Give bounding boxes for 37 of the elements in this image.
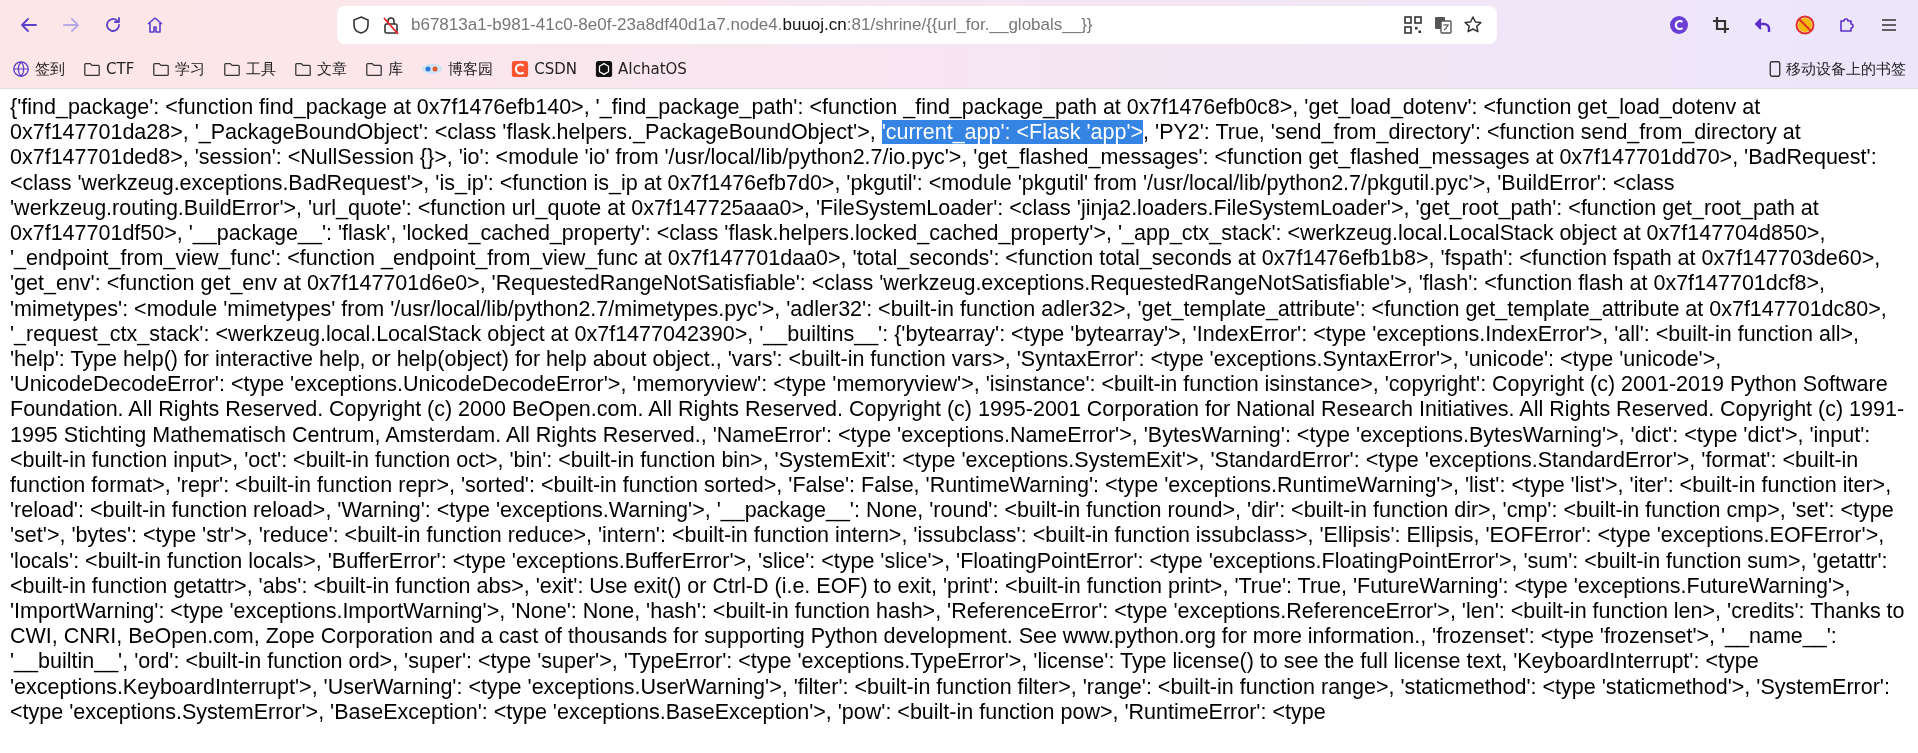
phone-icon <box>1769 60 1781 78</box>
blog-logo-icon <box>421 62 444 76</box>
csdn-logo-icon <box>511 60 530 78</box>
page-text: {'find_package': <function find_package at 0x7f1476efb140>, '_find_package_path': <function _find_package_path at 0x7f1476efb0c8>, 'get_load_dotenv': <function get_load_dotenv at 0x7f147701da28>, '_PackageBoundObject': <class 'flask.helpers._PackageBoundObject'>, 'current_app': <Flask 'app'>, 'PY2': True, 'send_from_directory': <function send_from_directory at 0x7f147701ded8>, 'session': <NullSession {}>, 'io': <module 'io' from '/usr/local/lib/python2.7/io.pyc'>, 'get_flashed_messages': <function get_flashed_messages at 0x7f147701dd70>, 'BadRequest': <class 'werkzeug.exceptions.BadRequest'>, 'is_ip': <function is_ip at 0x7f1476efb7d0>, 'pkgutil': <module 'pkgutil' from '/usr/local/lib/python2.7/pkgutil.pyc'>, 'BuildError': <class 'werkzeug.routing.BuildError'>, 'url_quote': <function url_quote at 0x7f147725aaa0>, 'FileSystemLoader': <class 'jinja2.loaders.FileSystemLoader'>, 'get_root_path': <function get_root_path at 0x7f147701df50>, '__package__': 'flask', 'locked_cached_property': <class 'flask.helpers.locked_cached_property'>, '_app_ctx_stack': <werkzeug.local.LocalStack object at 0x7f147704d850>, '_endpoint_from_view_func': <function _endpoint_from_view_func at 0x7f147701daa0>, 'total_seconds': <function total_seconds at 0x7f1476efb1b8>, 'fspath': <function fspath at 0x7f147703de60>, 'get_env': <function get_env at 0x7f147701d6e0>, 'RequestedRangeNotSatisfiable': <class 'werkzeug.exceptions.RequestedRangeNotSatisfiable'>, 'flash': <function flash at 0x7f147701dcf8>, 'mimetypes': <module 'mimetypes' from '/usr/local/lib/python2.7/mimetypes.pyc'>, 'adler32': <built-in function adler32>, 'get_template_attribute': <function get_template_attribute at 0x7f147701dc80>, '_request_ctx_stack': <werkzeug.local.LocalStack object at 0x7f1477042390>, '__builtins__': {'bytearray': <type 'bytearray'>, 'IndexError': <type 'exceptions.IndexError'>, 'all': <built-in function all>, 'help': Type help() for interactive help, or help(object) for help about object., 'vars': <built-in function vars>, 'SyntaxError': <type 'exceptions.SyntaxError'>, 'unicode': <type 'unicode'>, 'UnicodeDecodeError': <type 'exceptions.UnicodeDecodeError'>, 'memoryview': <type 'memoryview'>, 'isinstance': <built-in function isinstance>, 'copyright': Copyright (c) 2001-2019 Python Software Foundation. All Rights Reserved. Copyright (c) 2000 BeOpen.com. All Rights Reserved. Copyright (c) 1995-2001 Corporation for National Research Initiatives. All Rights Reserved. Copyright (c) 1991-1995 Stichting Mathematisch Centrum, Amsterdam. All Rights Reserved., 'NameError': <type 'exceptions.NameError'>, 'BytesWarning': <type 'exceptions.BytesWarning'>, 'dict': <type 'dict'>, 'input': <built-in function input>, 'oct': <built-in function oct>, 'bin': <built-in function bin>, 'SystemExit': <type 'exceptions.SystemExit'>, 'StandardError': <type 'exceptions.StandardError'>, 'format': <built-in function format>, 'repr': <built-in function repr>, 'sorted': <built-in function sorted>, 'False': False, 'RuntimeWarning': <type 'exceptions.RuntimeWarning'>, 'list': <type 'list'>, 'iter': <built-in function iter>, 'reload': <built-in function reload>, 'Warning': <type 'exceptions.Warning'>, '__package__': None, 'round': <built-in function round>, 'dir': <built-in function dir>, 'cmp': <built-in function cmp>, 'set': <type 'set'>, 'bytes': <type 'str'>, 'reduce': <built-in function reduce>, 'intern': <built-in function intern>, 'issubclass': <built-in function issubclass>, 'Ellipsis': Ellipsis, 'EOFError': <type 'exceptions.EOFError'>, 'locals': <built-in function locals>, 'BufferError': <type 'exceptions.BufferError'>, 'slice': <type 'slice'>, 'FloatingPointError': <type 'exceptions.FloatingPointError'>, 'sum': <built-in function sum>, 'getattr': <built-in function getattr>, 'abs': <built-in function abs>, 'exit': Use exit() or Ctrl-D (i.e. EOF) to exit, 'print': <built-in function print>, 'True': True, 'FutureWarning': <type 'exceptions.FutureWarning'>, 'ImportWarning': <type 'exceptions.ImportWarning'>, 'None': None, 'hash': <built-in function hash>, 'ReferenceError': <type 'exceptions.ReferenceError'>, 'len': <built-in function len>, 'credits': Thanks to CWI, CNRI, BeOpen.com, Zope Corporation and a cast of thousands for supporting Python development. See www.python.org for more information., 'frozenset': <type 'frozenset'>, '__name__': '__builtin__', 'ord': <built-in function ord>, 'super': <type 'super'>, 'TypeError': <type 'exceptions.TypeError'>, 'license': Type license() to see the full license text, 'KeyboardInterrupt': <type 'exceptions.KeyboardInterrupt'>, 'UserWarning': <type 'exceptions.UserWarning'>, 'filter': <built-in function filter>, 'range': <built-in function range>, 'staticmethod': <type 'staticmethod'>, 'SystemError': <type 'exceptions.SystemError'>, 'BaseException': <type 'exceptions.BaseException'>, 'pow': <built-in function pow>, 'RuntimeError': <type <box>10 95 1906 726</box>
bookmark[interactable]: 库 <box>365 59 404 79</box>
crop-icon <box>1711 15 1731 35</box>
star-icon[interactable] <box>1463 15 1483 35</box>
insecure-lock-icon <box>381 15 401 35</box>
bookmark[interactable]: 博客园 <box>421 59 494 79</box>
blocked-sign-icon <box>1795 15 1815 35</box>
hexagon-logo-icon <box>595 60 614 78</box>
folder-icon <box>365 60 384 78</box>
bookmark[interactable]: 文章 <box>294 59 348 79</box>
forward-arrow-icon <box>61 15 81 35</box>
folder-icon <box>223 60 242 78</box>
qr-code-icon[interactable] <box>1403 15 1423 35</box>
back-arrow-icon <box>19 15 39 35</box>
home-icon <box>145 15 165 35</box>
bookmark[interactable]: 签到 <box>12 59 65 79</box>
bookmark[interactable]: 学习 <box>152 59 206 79</box>
bookmark[interactable]: CTF <box>83 60 135 78</box>
folder-icon <box>83 60 101 78</box>
puzzle-icon <box>1837 15 1857 35</box>
undo-arrow-icon <box>1753 15 1773 35</box>
translate-icon[interactable] <box>1433 15 1453 35</box>
folder-icon <box>294 60 313 78</box>
bookmark[interactable]: CSDN <box>511 60 578 78</box>
mobile-bookmarks-folder[interactable]: 移动设备上的书签 <box>1769 59 1906 79</box>
globe-icon <box>12 60 30 78</box>
bookmark[interactable]: 工具 <box>223 59 277 79</box>
bookmark[interactable]: AIchatOS <box>595 60 687 78</box>
profile-icon <box>1669 15 1689 35</box>
reload-icon <box>103 15 123 35</box>
url-text: b67813a1-b981-41c0-8e0f-23a8df40d1a7.node4.buuoj.cn:81/shrine/{{url_for.__globals__}} <box>411 15 1093 35</box>
folder-icon <box>152 60 171 78</box>
address-bar[interactable]: b67813a1-b981-41c0-8e0f-23a8df40d1a7.node4.buuoj.cn:81/shrine/{{url_for.__globals__}} <box>337 6 1497 44</box>
shield-icon <box>351 15 371 35</box>
